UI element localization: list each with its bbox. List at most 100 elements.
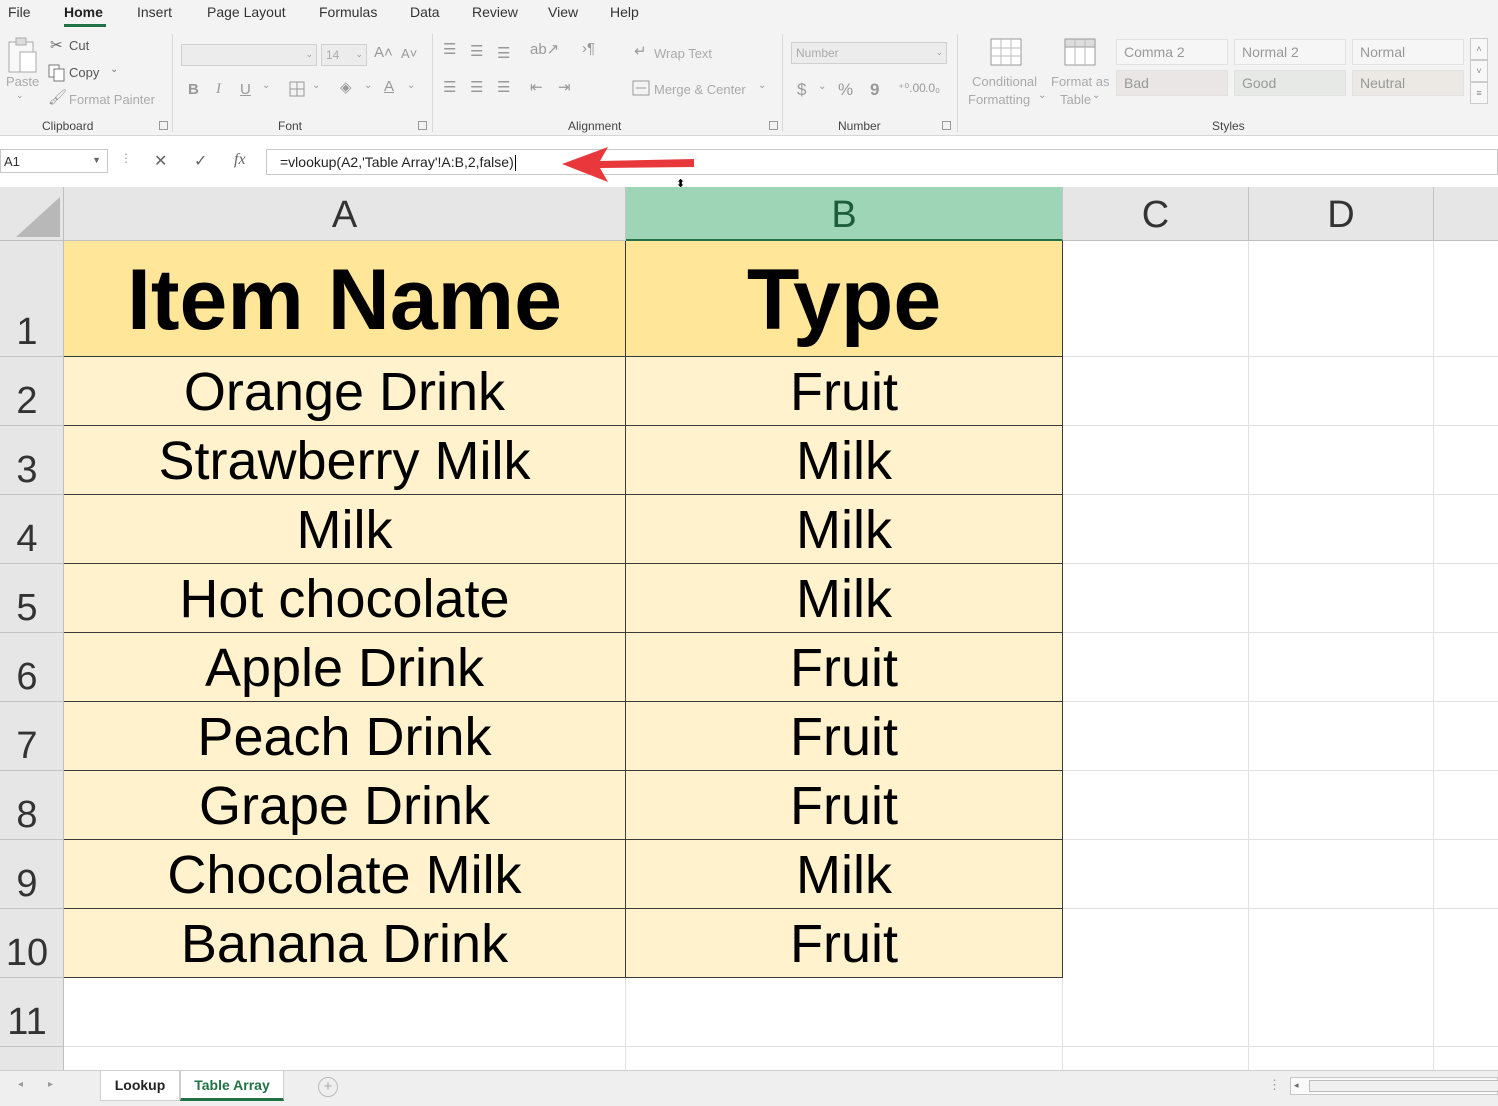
cell-b4[interactable]: Milk [626,495,1063,564]
font-size-combo[interactable]: 14 ⌄ [321,44,367,66]
cell-a6[interactable]: Apple Drink [64,633,626,702]
align-top-icon[interactable]: ☰ [443,40,456,58]
font-launcher-icon[interactable] [418,121,427,130]
number-format-combo[interactable]: Number ⌄ [791,42,947,64]
fill-color-dropdown-icon[interactable]: ⌄ [364,80,372,91]
row-header[interactable]: 4 [0,495,64,564]
column-header-b[interactable]: B [626,187,1063,241]
borders-dropdown-icon[interactable]: ⌄ [312,80,320,91]
cell-b8[interactable]: Fruit [626,771,1063,840]
increase-decimal-icon[interactable]: ⁺⁰.00 [898,81,926,95]
currency-dropdown-icon[interactable]: ⌄ [818,81,826,92]
column-header-d[interactable]: D [1249,187,1434,241]
cell-b7[interactable]: Fruit [626,702,1063,771]
horizontal-scrollbar[interactable]: ◂ [1290,1077,1498,1095]
enter-icon[interactable]: ✓ [194,151,207,171]
cell-a9[interactable]: Chocolate Milk [64,840,626,909]
column-header-a[interactable]: A [64,187,626,241]
alignment-launcher-icon[interactable] [769,121,778,130]
row-header[interactable]: 7 [0,702,64,771]
copy-dropdown-icon[interactable]: ⌄ [110,64,118,75]
cell-b6[interactable]: Fruit [626,633,1063,702]
cell-b1[interactable]: Type [626,241,1063,357]
format-as-table-dropdown-icon[interactable]: ⌄ [1092,90,1100,101]
fill-color-icon[interactable]: ◈ [340,78,352,96]
cell-a4[interactable]: Milk [64,495,626,564]
paste-icon[interactable] [6,36,40,76]
row-header[interactable]: 12 [0,1047,64,1070]
underline-button[interactable]: U [240,81,251,98]
merge-center-button[interactable]: Merge & Center [654,82,746,97]
format-painter-button[interactable]: Format Painter [69,92,155,107]
row-header[interactable]: 11 [0,978,64,1047]
styles-more-icon[interactable]: ≡ [1470,82,1488,104]
cell-b5[interactable]: Milk [626,564,1063,633]
borders-icon[interactable] [288,80,308,98]
style-neutral[interactable]: Neutral [1352,70,1464,96]
cancel-icon[interactable]: ✕ [154,151,167,171]
align-middle-icon[interactable]: ☰ [470,42,483,60]
tab-review[interactable]: Review [472,4,518,20]
align-right-icon[interactable]: ☰ [497,78,510,96]
row-header[interactable]: 9 [0,840,64,909]
conditional-formatting-button[interactable]: Conditional [972,74,1037,89]
tab-insert[interactable]: Insert [137,4,172,20]
style-comma-2[interactable]: Comma 2 [1116,39,1228,65]
next-sheet-icon[interactable]: ▸ [48,1079,53,1090]
cell-b2[interactable]: Fruit [626,357,1063,426]
styles-scroll-down-icon[interactable]: ˅ [1470,60,1488,82]
style-normal[interactable]: Normal [1352,39,1464,65]
number-launcher-icon[interactable] [942,121,951,130]
insert-function-icon[interactable]: fx [234,151,246,169]
conditional-formatting-dropdown-icon[interactable]: ⌄ [1038,90,1046,101]
row-header[interactable]: 5 [0,564,64,633]
underline-dropdown-icon[interactable]: ⌄ [262,80,270,91]
cut-button[interactable]: Cut [69,38,89,53]
column-header-e[interactable] [1434,187,1498,241]
prev-sheet-icon[interactable]: ◂ [18,1079,23,1090]
tab-data[interactable]: Data [410,4,440,20]
row-header[interactable]: 1 [0,241,64,357]
cell-a1[interactable]: Item Name [64,241,626,357]
tab-home[interactable]: Home [64,4,103,20]
cell-a8[interactable]: Grape Drink [64,771,626,840]
scrollbar-thumb[interactable] [1309,1080,1498,1092]
percent-button[interactable]: % [838,80,853,100]
paste-dropdown-icon[interactable]: ⌄ [16,90,24,101]
comma-style-button[interactable]: 9 [870,80,879,100]
cell-a2[interactable]: Orange Drink [64,357,626,426]
cell-a10[interactable]: Banana Drink [64,909,626,978]
currency-button[interactable]: $ [797,80,806,100]
scroll-left-icon[interactable]: ◂ [1294,1080,1299,1091]
conditional-formatting-button-line2[interactable]: Formatting [968,92,1030,107]
select-all-corner[interactable] [0,187,64,241]
decrease-decimal-icon[interactable]: .0₀ [925,81,940,95]
row-header[interactable]: 6 [0,633,64,702]
align-left-icon[interactable]: ☰ [443,78,456,96]
column-header-c[interactable]: C [1063,187,1249,241]
style-bad[interactable]: Bad [1116,70,1228,96]
row-header[interactable]: 10 [0,909,64,978]
cell-b9[interactable]: Milk [626,840,1063,909]
row-header[interactable]: 8 [0,771,64,840]
bold-button[interactable]: B [188,81,199,98]
tab-view[interactable]: View [548,4,578,20]
font-color-dropdown-icon[interactable]: ⌄ [407,80,415,91]
cell-a5[interactable]: Hot chocolate [64,564,626,633]
formula-input[interactable]: =vlookup(A2,'Table Array'!A:B,2,false) [266,149,1498,175]
sheet-tab-lookup[interactable]: Lookup [100,1071,180,1101]
tab-formulas[interactable]: Formulas [319,4,377,20]
align-bottom-icon[interactable]: ☰ [497,44,510,62]
row-header[interactable]: 2 [0,357,64,426]
wrap-text-button[interactable]: Wrap Text [654,46,712,61]
add-sheet-button[interactable]: + [318,1077,338,1097]
style-normal-2[interactable]: Normal 2 [1234,39,1346,65]
tab-help[interactable]: Help [610,4,639,20]
cell-b3[interactable]: Milk [626,426,1063,495]
shrink-font-icon[interactable]: A˅ [401,46,417,61]
clipboard-launcher-icon[interactable] [159,121,168,130]
decrease-indent-icon[interactable]: ⇤ [530,78,543,96]
row-header[interactable]: 3 [0,426,64,495]
format-as-table-button-line2[interactable]: Table [1060,92,1091,107]
text-direction-icon[interactable]: ›¶ [582,40,595,57]
